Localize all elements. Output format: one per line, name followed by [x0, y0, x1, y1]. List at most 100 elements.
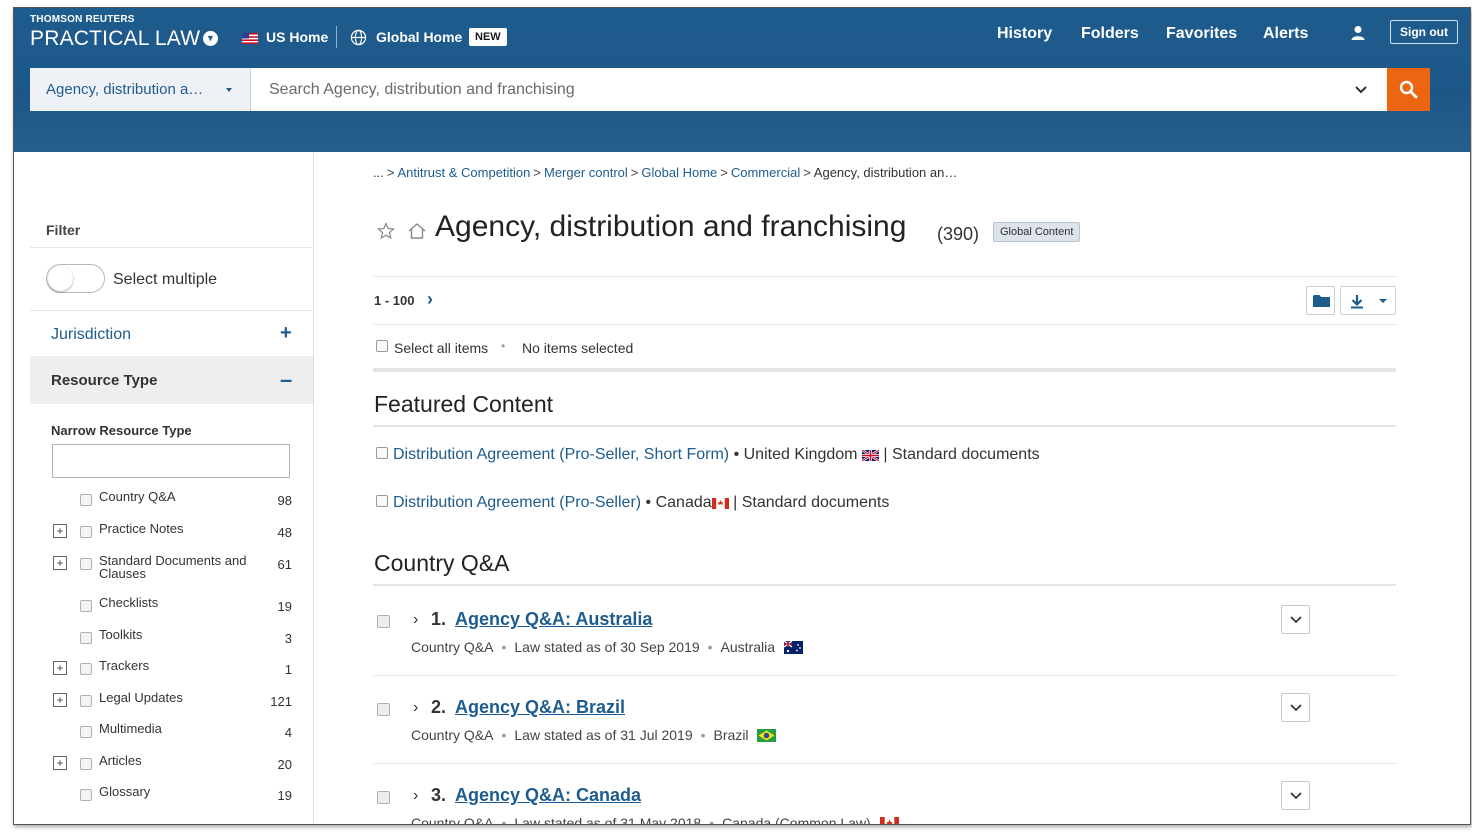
chevron-down-icon[interactable]	[1352, 81, 1370, 99]
divider	[30, 247, 313, 248]
expand-result-button[interactable]	[1281, 693, 1310, 722]
brand-dropdown-icon[interactable]: ▼	[203, 31, 218, 46]
search-input[interactable]	[252, 68, 1352, 111]
resource-type-item-label: Country Q&A	[99, 489, 176, 504]
pagination-range: 1 - 100	[374, 293, 415, 308]
save-to-folder-button[interactable]	[1306, 286, 1335, 315]
expand-plus-icon[interactable]: +	[53, 556, 67, 570]
resource-type-item[interactable]: Checklists 19	[52, 596, 292, 626]
featured-item-link[interactable]: Distribution Agreement (Pro-Seller, Shor…	[393, 446, 729, 463]
result-law-stated: Law stated as of 31 Jul 2019	[514, 727, 693, 743]
expand-plus-icon[interactable]: +	[53, 693, 67, 707]
resource-type-item[interactable]: + Legal Updates 121	[52, 691, 292, 721]
resource-type-item-label: Practice Notes	[99, 521, 184, 536]
select-multiple-toggle[interactable]	[46, 264, 105, 293]
checkbox[interactable]	[80, 600, 92, 612]
resource-type-count: 3	[284, 631, 292, 646]
featured-item-link[interactable]: Distribution Agreement (Pro-Seller)	[393, 494, 641, 511]
resource-type-item-label: Glossary	[99, 784, 151, 799]
result-jurisdiction: Brazil	[713, 727, 749, 743]
resource-type-item[interactable]: + Articles 20	[52, 754, 292, 784]
result-title-link[interactable]: Agency Q&A: Canada	[455, 785, 641, 806]
resource-type-item[interactable]: + Practice Notes 48	[52, 522, 292, 552]
nav-alerts[interactable]: Alerts	[1263, 25, 1308, 43]
checkbox[interactable]	[377, 791, 390, 804]
resource-type-item[interactable]: Glossary 19	[52, 785, 292, 815]
nav-favorites[interactable]: Favorites	[1166, 25, 1237, 43]
resource-type-item[interactable]: Country Q&A 98	[52, 490, 292, 520]
chevron-down-icon	[1290, 704, 1302, 712]
user-icon[interactable]	[1350, 25, 1366, 41]
result-title-link[interactable]: Agency Q&A: Brazil	[455, 697, 625, 718]
breadcrumb-item[interactable]: Antitrust & Competition	[397, 165, 530, 180]
global-home-link[interactable]: Global Home	[376, 29, 462, 45]
nav-folders[interactable]: Folders	[1081, 25, 1139, 43]
search-button[interactable]	[1387, 68, 1430, 111]
resource-type-item[interactable]: Multimedia 4	[52, 722, 292, 752]
select-all-label[interactable]: Select all items	[394, 340, 488, 356]
expand-result-button[interactable]	[1281, 605, 1310, 634]
checkbox[interactable]	[80, 758, 92, 770]
narrow-resource-type-input[interactable]	[52, 444, 290, 478]
breadcrumb-ellipsis[interactable]: ...	[373, 165, 384, 180]
checkbox[interactable]	[377, 615, 390, 628]
result-number: 2.	[431, 697, 447, 717]
us-home-link[interactable]: US Home	[266, 29, 328, 45]
chevron-right-icon[interactable]: ›	[413, 699, 418, 717]
chevron-down-icon	[1290, 792, 1302, 800]
checkbox[interactable]	[80, 695, 92, 707]
breadcrumb-item[interactable]: Merger control	[544, 165, 628, 180]
nav-history[interactable]: History	[997, 25, 1052, 43]
chevron-right-icon[interactable]: ›	[427, 289, 433, 310]
result-law-stated: Law stated as of 31 May 2018	[514, 815, 702, 825]
result-type: Country Q&A	[411, 727, 494, 743]
collapse-minus-icon[interactable]: –	[280, 367, 292, 393]
checkbox[interactable]	[80, 726, 92, 738]
canada-flag-icon	[879, 817, 899, 824]
checkbox[interactable]	[80, 789, 92, 801]
featured-item-type: Standard documents	[741, 494, 890, 511]
expand-result-button[interactable]	[1281, 781, 1310, 810]
star-icon[interactable]	[377, 222, 395, 240]
checkbox[interactable]	[376, 495, 388, 507]
checkbox[interactable]	[376, 447, 388, 459]
expand-plus-icon[interactable]: +	[53, 661, 67, 675]
search-scope-select[interactable]: Agency, distribution a…	[30, 68, 251, 111]
global-content-badge: Global Content	[993, 222, 1081, 242]
result-number: 1.	[431, 609, 447, 629]
result-meta: Country Q&A • Law stated as of 30 Sep 2019…	[411, 639, 803, 655]
home-icon[interactable]	[407, 222, 427, 240]
sign-out-button[interactable]: Sign out	[1390, 20, 1458, 44]
resource-type-count: 19	[277, 599, 292, 614]
jurisdiction-facet[interactable]: Jurisdiction	[51, 326, 131, 344]
checkbox[interactable]	[80, 663, 92, 675]
expand-plus-icon[interactable]: +	[53, 756, 67, 770]
result-jurisdiction: Canada (Common Law)	[722, 815, 871, 825]
result-type: Country Q&A	[411, 815, 494, 825]
checkbox[interactable]	[80, 494, 92, 506]
checkbox[interactable]	[80, 558, 92, 570]
select-all-checkbox[interactable]	[376, 340, 388, 352]
checkbox[interactable]	[80, 526, 92, 538]
brand-logo[interactable]: PRACTICAL LAW	[30, 27, 200, 51]
uk-flag-icon	[861, 450, 879, 461]
resource-type-item[interactable]: + Trackers 1	[52, 659, 292, 689]
separator-pipe: |	[883, 446, 888, 463]
result-count: (390)	[937, 224, 980, 244]
result-title-link[interactable]: Agency Q&A: Australia	[455, 609, 652, 630]
checkbox[interactable]	[80, 632, 92, 644]
resource-type-item[interactable]: Toolkits 3	[52, 628, 292, 658]
result-meta: Country Q&A • Law stated as of 31 Jul 2019…	[411, 727, 777, 743]
expand-plus-icon[interactable]: +	[280, 322, 292, 345]
breadcrumb-item[interactable]: Global Home	[641, 165, 717, 180]
checkbox[interactable]	[377, 703, 390, 716]
breadcrumb-item[interactable]: Commercial	[731, 165, 800, 180]
folder-icon	[1313, 295, 1330, 307]
chevron-right-icon[interactable]: ›	[413, 787, 418, 805]
caret-down-icon	[1379, 299, 1387, 303]
expand-plus-icon[interactable]: +	[53, 524, 67, 538]
resource-type-facet[interactable]: Resource Type –	[30, 356, 313, 404]
download-button[interactable]	[1340, 286, 1396, 315]
resource-type-item[interactable]: + Standard Documents and Clauses 61	[52, 554, 292, 584]
chevron-right-icon[interactable]: ›	[413, 611, 418, 629]
